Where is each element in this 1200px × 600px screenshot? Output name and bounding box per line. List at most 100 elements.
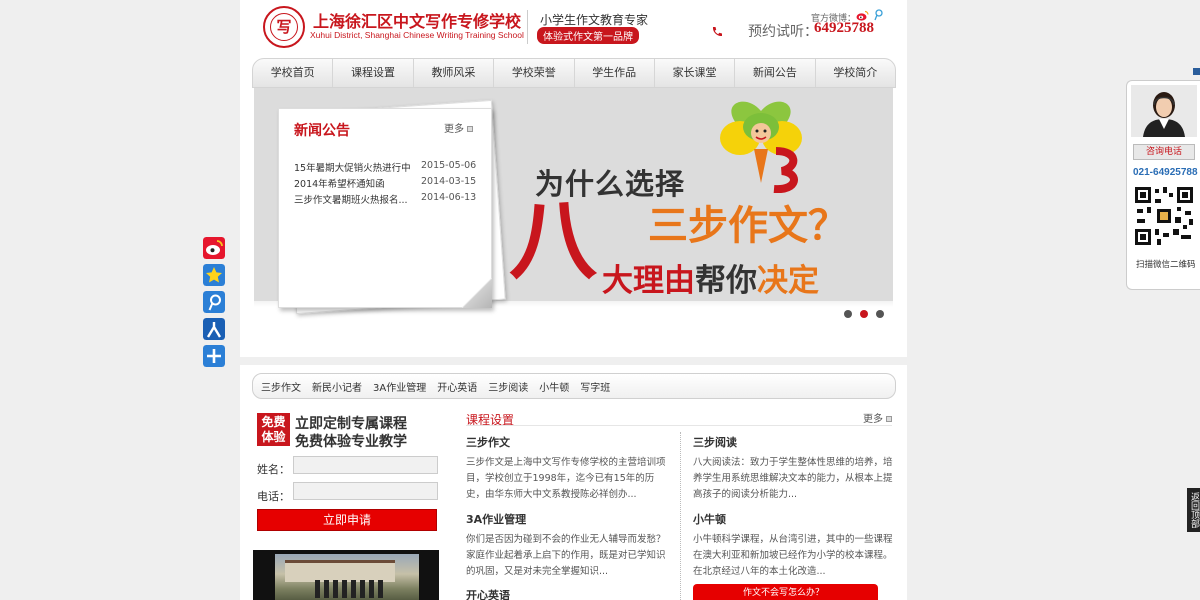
- course-more-link[interactable]: 更多: [863, 410, 892, 425]
- apply-button[interactable]: 立即申请: [257, 509, 437, 531]
- carousel-dot-active[interactable]: [860, 310, 868, 318]
- course-description: 三步作文是上海中文写作专修学校的主营培训项目，学校创立于1998年，迄今已有15…: [466, 457, 666, 500]
- more-share-icon[interactable]: [203, 345, 225, 367]
- badge-line-1: 免费: [261, 415, 286, 429]
- course-tab[interactable]: 新民小记者: [312, 379, 362, 394]
- carousel-dot[interactable]: [876, 310, 884, 318]
- phone-field-label: 电话：: [257, 490, 290, 503]
- renren-share-icon[interactable]: [203, 318, 225, 340]
- course-tab[interactable]: 3A作业管理: [373, 379, 426, 394]
- course-name[interactable]: 3A作业管理: [466, 511, 666, 527]
- course-tab[interactable]: 开心英语: [437, 379, 477, 394]
- nav-item-news[interactable]: 新闻公告: [735, 59, 816, 87]
- consult-button-label: 咨询电话: [1145, 147, 1182, 157]
- school-logo[interactable]: 写: [263, 6, 305, 48]
- news-title: 新闻公告: [294, 123, 350, 139]
- consult-phone-number: 021-64925788: [1133, 167, 1198, 178]
- news-item-date: 2015-05-06: [421, 160, 477, 171]
- page-curl: [462, 278, 492, 308]
- nav-item-parent-class[interactable]: 家长课堂: [655, 59, 736, 87]
- course-card: 3A作业管理 你们是否因为碰到不会的作业无人辅导而发愁？家庭作业起着承上启下的作…: [466, 511, 666, 580]
- course-tab[interactable]: 写字班: [580, 379, 610, 394]
- weibo-share-icon[interactable]: [203, 237, 225, 259]
- logo-mark: 写: [270, 13, 298, 41]
- main-container: 写 上海徐汇区中文写作专修学校 Xuhui District, Shanghai…: [240, 0, 907, 600]
- phone-icon: [712, 27, 722, 37]
- phone-number: 64925788: [814, 20, 874, 36]
- collapse-icon[interactable]: [1193, 68, 1200, 75]
- writing-help-button[interactable]: 作文不会写怎么办？: [693, 584, 878, 600]
- nav-item-about[interactable]: 学校简介: [816, 59, 895, 87]
- trial-heading-2: 免费体验专业教学: [295, 434, 407, 450]
- back-to-top-button[interactable]: 返回顶部: [1187, 488, 1200, 532]
- news-item-title[interactable]: 三步作文暑期班火热报名...: [294, 193, 412, 209]
- news-item[interactable]: 三步作文暑期班火热报名... 2014-06-13: [294, 192, 489, 209]
- trial-heading-1: 立即定制专属课程: [295, 416, 407, 432]
- consult-panel: 咨询电话 021-64925788 扫描微信二维码: [1126, 80, 1200, 290]
- name-label: 姓名：: [257, 463, 290, 476]
- news-item-title[interactable]: 15年暑期大促销火热进行中: [294, 161, 412, 177]
- course-tab[interactable]: 三步作文: [261, 379, 301, 394]
- course-more-label: 更多: [863, 414, 883, 425]
- course-name[interactable]: 三步阅读: [693, 434, 893, 450]
- school-name-en: Xuhui District, Shanghai Chinese Writing…: [310, 30, 524, 40]
- more-square-icon: [467, 126, 473, 132]
- free-trial-badge: 免费 体验: [257, 413, 290, 446]
- school-name: 上海徐汇区中文写作专修学校: [313, 12, 522, 31]
- news-more-link[interactable]: 更多: [444, 120, 473, 135]
- column-separator: [680, 432, 681, 600]
- phone-field[interactable]: [293, 482, 438, 500]
- course-card: 开心英语: [466, 587, 666, 600]
- course-tab[interactable]: 三步阅读: [488, 379, 528, 394]
- course-tab[interactable]: 小牛顿: [539, 379, 569, 394]
- banner-brand: 三步作文？: [648, 203, 848, 249]
- tencent-weibo-icon[interactable]: [873, 9, 883, 21]
- news-item-date: 2014-03-15: [421, 176, 477, 187]
- video-building: [285, 560, 395, 582]
- badge-line-2: 体验: [261, 430, 286, 444]
- banner-reason-a: 大理由: [602, 263, 695, 299]
- carousel-dot[interactable]: [844, 310, 852, 318]
- section-gap: [240, 357, 907, 365]
- nav-item-honors[interactable]: 学校荣誉: [494, 59, 575, 87]
- course-card: 三步作文 三步作文是上海中文写作专修学校的主营培训项目，学校创立于1998年，迄…: [466, 434, 666, 503]
- nav-item-home[interactable]: 学校首页: [253, 59, 334, 87]
- slogan-badge: 体验式作文第一品牌: [537, 27, 639, 44]
- course-name[interactable]: 三步作文: [466, 434, 666, 450]
- service-avatar: [1131, 85, 1197, 137]
- news-more-label: 更多: [444, 124, 464, 135]
- mascot-icon: [720, 101, 802, 193]
- nav-item-student-works[interactable]: 学生作品: [575, 59, 655, 87]
- banner-reason: 大理由帮你决定: [602, 255, 819, 300]
- course-description: 小牛顿科学课程，从台湾引进，其中的一些课程在澳大利亚和新加坡已经作为小学的校本课…: [693, 534, 893, 577]
- qzone-share-icon[interactable]: [203, 264, 225, 286]
- section-rule: [466, 425, 892, 426]
- course-tab-bar: 三步作文 新民小记者 3A作业管理 开心英语 三步阅读 小牛顿 写字班: [252, 373, 896, 399]
- banner-reason-c: 决定: [757, 263, 819, 299]
- consult-phone-button[interactable]: 咨询电话: [1133, 144, 1195, 160]
- course-card: 三步阅读 八大阅读法：致力于学生整体性思维的培养，培养学生用系统思维解决文本的能…: [693, 434, 893, 503]
- news-item-title[interactable]: 2014年希望杯通知函: [294, 177, 412, 193]
- header-divider: [527, 10, 528, 44]
- qr-caption: 扫描微信二维码: [1136, 260, 1196, 270]
- slogan: 小学生作文教育专家: [540, 13, 649, 27]
- tencent-weibo-share-icon[interactable]: [203, 291, 225, 313]
- news-item-date: 2014-06-13: [421, 192, 477, 203]
- course-description: 你们是否因为碰到不会的作业无人辅导而发愁？家庭作业起着承上启下的作用，既是对已学…: [466, 534, 666, 577]
- video-people: [315, 580, 385, 598]
- video-thumbnail: [275, 554, 419, 600]
- news-list: 15年暑期大促销火热进行中 2015-05-06 2014年希望杯通知函 201…: [294, 160, 489, 209]
- operator-icon: [1131, 85, 1197, 137]
- course-name[interactable]: 开心英语: [466, 587, 666, 600]
- name-field[interactable]: [293, 456, 438, 474]
- course-description: 八大阅读法：致力于学生整体性思维的培养，培养学生用系统思维解决文本的能力，从根本…: [693, 457, 893, 500]
- video-player[interactable]: [253, 550, 439, 600]
- nav-item-teachers[interactable]: 教师风采: [414, 59, 495, 87]
- wechat-qr-icon: [1133, 185, 1195, 247]
- nav-item-courses[interactable]: 课程设置: [333, 59, 414, 87]
- carousel-dots: [844, 310, 884, 318]
- news-card: 新闻公告 更多 15年暑期大促销火热进行中 2015-05-06 2014年希望…: [278, 108, 492, 308]
- main-nav: 学校首页 课程设置 教师风采 学校荣誉 学生作品 家长课堂 新闻公告 学校简介: [252, 58, 896, 88]
- course-name[interactable]: 小牛顿: [693, 511, 893, 527]
- course-card: 小牛顿 小牛顿科学课程，从台湾引进，其中的一些课程在澳大利亚和新加坡已经作为小学…: [693, 511, 893, 580]
